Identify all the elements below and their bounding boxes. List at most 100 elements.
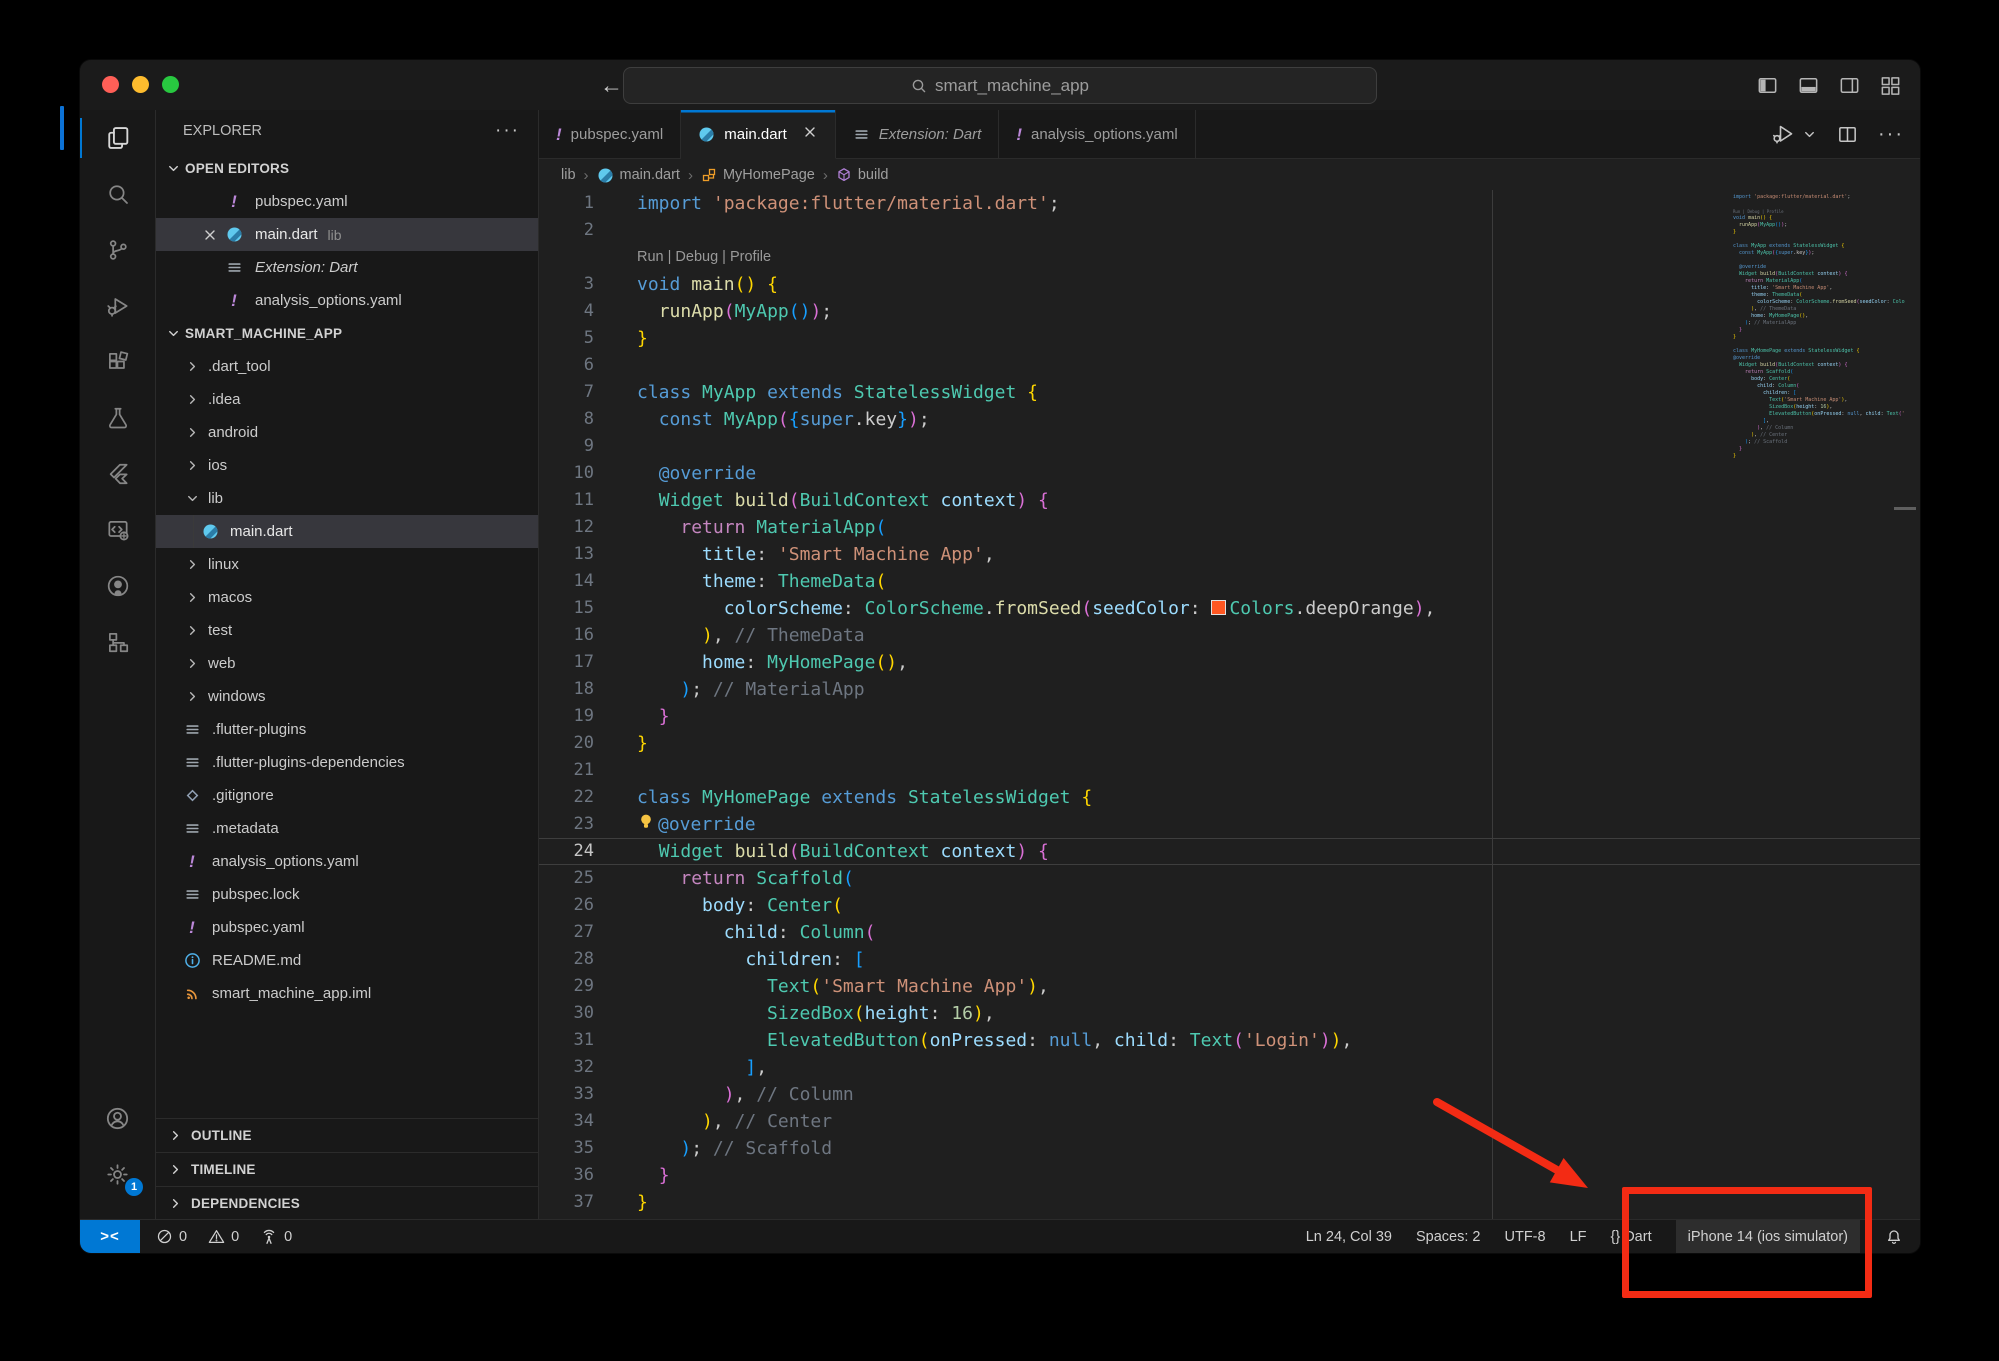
close-icon[interactable] bbox=[197, 227, 223, 243]
tab-label: analysis_options.yaml bbox=[1031, 126, 1178, 143]
layout-grid-icon[interactable] bbox=[1879, 74, 1902, 97]
status-broadcast-tower[interactable]: 0 bbox=[259, 1227, 292, 1247]
breadcrumb[interactable]: lib›main.dart›MyHomePage›build bbox=[539, 159, 1920, 191]
tree-item-test[interactable]: test bbox=[156, 614, 538, 647]
activity-item-run-debug[interactable] bbox=[80, 278, 155, 334]
title-bar: ← → smart_machine_app bbox=[80, 60, 1920, 110]
tab-Extension: Dart[interactable]: Extension: Dart bbox=[836, 110, 1000, 158]
tree-item-ios[interactable]: ios bbox=[156, 449, 538, 482]
panel-bottom-icon[interactable] bbox=[1797, 74, 1820, 97]
zoom-window-button[interactable] bbox=[162, 76, 179, 93]
tree-item-main.dart[interactable]: main.dart bbox=[156, 515, 538, 548]
panel-right-icon[interactable] bbox=[1838, 74, 1861, 97]
tree-item-pubspec.lock[interactable]: pubspec.lock bbox=[156, 878, 538, 911]
activity-item-source-control[interactable] bbox=[80, 222, 155, 278]
search-icon bbox=[105, 181, 131, 207]
tab-analysis_options.yaml[interactable]: !analysis_options.yaml bbox=[999, 110, 1195, 158]
tree-item-.flutter-plugins-dependencies[interactable]: .flutter-plugins-dependencies bbox=[156, 746, 538, 779]
activity-item-testing[interactable] bbox=[80, 390, 155, 446]
open-editor-label: main.dart bbox=[255, 226, 318, 243]
tree-item-label: .metadata bbox=[212, 820, 279, 837]
tree-item-.gitignore[interactable]: .gitignore bbox=[156, 779, 538, 812]
breadcrumb-item-main.dart[interactable]: main.dart bbox=[597, 167, 680, 184]
tree-item-.flutter-plugins[interactable]: .flutter-plugins bbox=[156, 713, 538, 746]
sidebar-section-timeline[interactable]: TIMELINE bbox=[156, 1152, 538, 1186]
status-item-utf-8[interactable]: UTF-8 bbox=[1504, 1220, 1545, 1253]
tree-item-label: linux bbox=[208, 556, 239, 573]
breadcrumb-item-lib[interactable]: lib bbox=[561, 167, 576, 183]
breadcrumb-item-MyHomePage[interactable]: MyHomePage bbox=[701, 167, 815, 183]
activity-item-explorer[interactable] bbox=[80, 110, 155, 166]
sidebar-section-dependencies[interactable]: DEPENDENCIES bbox=[156, 1186, 538, 1220]
minimap[interactable]: import 'package:flutter/material.dart';R… bbox=[1733, 194, 1905, 467]
tree-item-linux[interactable]: linux bbox=[156, 548, 538, 581]
code-line-13: 13 title: 'Smart Machine App', bbox=[539, 541, 1920, 568]
status-item-bell-icon[interactable] bbox=[1884, 1220, 1904, 1253]
open-editors-header[interactable]: OPEN EDITORS bbox=[156, 152, 538, 185]
tree-item-.metadata[interactable]: .metadata bbox=[156, 812, 538, 845]
sidebar-more-actions[interactable]: ··· bbox=[495, 120, 520, 142]
status-item-ln-24-col-39[interactable]: Ln 24, Col 39 bbox=[1306, 1220, 1392, 1253]
code-line-18: 18 ); // MaterialApp bbox=[539, 676, 1920, 703]
status-error-circle[interactable]: 0 bbox=[155, 1227, 187, 1246]
activity-item-hierarchy[interactable] bbox=[80, 614, 155, 670]
activity-item-account[interactable] bbox=[80, 1090, 155, 1146]
open-editor-Extension: Dart[interactable]: Extension: Dart bbox=[156, 251, 538, 284]
chevron-down-icon[interactable] bbox=[1802, 127, 1817, 142]
open-editor-analysis_options.yaml[interactable]: !analysis_options.yaml bbox=[156, 284, 538, 317]
sidebar-section-outline[interactable]: OUTLINE bbox=[156, 1118, 538, 1152]
tab-main.dart[interactable]: main.dart bbox=[681, 110, 836, 159]
navigate-back-button[interactable]: ← bbox=[600, 72, 623, 99]
open-editor-main.dart[interactable]: main.dartlib bbox=[156, 218, 538, 251]
activity-item-flutter[interactable] bbox=[80, 446, 155, 502]
project-root-header[interactable]: SMART_MACHINE_APP bbox=[156, 317, 538, 350]
code-line-17: 17 home: MyHomePage(), bbox=[539, 649, 1920, 676]
close-window-button[interactable] bbox=[102, 76, 119, 93]
run-or-debug-icon[interactable] bbox=[1771, 122, 1795, 146]
tree-item-pubspec.yaml[interactable]: !pubspec.yaml bbox=[156, 911, 538, 944]
open-editor-pubspec.yaml[interactable]: !pubspec.yaml bbox=[156, 185, 538, 218]
tree-item-lib[interactable]: lib bbox=[156, 482, 538, 515]
breadcrumb-separator: › bbox=[823, 167, 828, 184]
tree-item-label: .flutter-plugins-dependencies bbox=[212, 754, 405, 771]
remote-indicator[interactable]: >< bbox=[80, 1220, 140, 1253]
activity-item-devtools[interactable] bbox=[80, 502, 155, 558]
tree-item-analysis_options.yaml[interactable]: !analysis_options.yaml bbox=[156, 845, 538, 878]
split-editor-icon[interactable] bbox=[1836, 123, 1859, 146]
activity-item-github[interactable] bbox=[80, 558, 155, 614]
code-line-29: 29 Text('Smart Machine App'), bbox=[539, 973, 1920, 1000]
tree-item-macos[interactable]: macos bbox=[156, 581, 538, 614]
command-center-search[interactable]: smart_machine_app bbox=[623, 67, 1377, 104]
search-icon bbox=[911, 78, 927, 94]
tree-item-README.md[interactable]: README.md bbox=[156, 944, 538, 977]
layout-controls bbox=[1756, 60, 1902, 110]
status-item-lf[interactable]: LF bbox=[1570, 1220, 1587, 1253]
tree-item-windows[interactable]: windows bbox=[156, 680, 538, 713]
tree-item-.idea[interactable]: .idea bbox=[156, 383, 538, 416]
status-item-spaces-2[interactable]: Spaces: 2 bbox=[1416, 1220, 1481, 1253]
minimize-window-button[interactable] bbox=[132, 76, 149, 93]
editor-group: !pubspec.yamlmain.dartExtension: Dart!an… bbox=[539, 110, 1920, 1220]
tab-pubspec.yaml[interactable]: !pubspec.yaml bbox=[539, 110, 681, 158]
chevron-right-icon bbox=[185, 623, 200, 638]
status-warning-triangle[interactable]: 0 bbox=[207, 1227, 239, 1246]
activity-item-search[interactable] bbox=[80, 166, 155, 222]
tab-label: Extension: Dart bbox=[879, 126, 982, 143]
code-editor[interactable]: 1import 'package:flutter/material.dart';… bbox=[539, 190, 1920, 1220]
tree-item-web[interactable]: web bbox=[156, 647, 538, 680]
activity-item-extensions[interactable] bbox=[80, 334, 155, 390]
activity-item-settings-gear[interactable]: 1 bbox=[80, 1146, 155, 1202]
breadcrumb-item-build[interactable]: build bbox=[836, 167, 889, 183]
more-actions-icon[interactable]: ··· bbox=[1878, 124, 1904, 144]
tree-item-.dart_tool[interactable]: .dart_tool bbox=[156, 350, 538, 383]
flutter-icon bbox=[105, 461, 131, 487]
lightbulb-icon[interactable] bbox=[637, 811, 658, 838]
tree-item-android[interactable]: android bbox=[156, 416, 538, 449]
section-label: TIMELINE bbox=[191, 1162, 256, 1177]
tree-item-smart_machine_app.iml[interactable]: smart_machine_app.iml bbox=[156, 977, 538, 1010]
line-number: 3 bbox=[539, 271, 594, 298]
tree-item-label: pubspec.yaml bbox=[212, 919, 305, 936]
codelens-run-debug-profile[interactable]: Run | Debug | Profile bbox=[539, 244, 1920, 271]
close-icon[interactable] bbox=[802, 124, 818, 144]
panel-left-icon[interactable] bbox=[1756, 74, 1779, 97]
